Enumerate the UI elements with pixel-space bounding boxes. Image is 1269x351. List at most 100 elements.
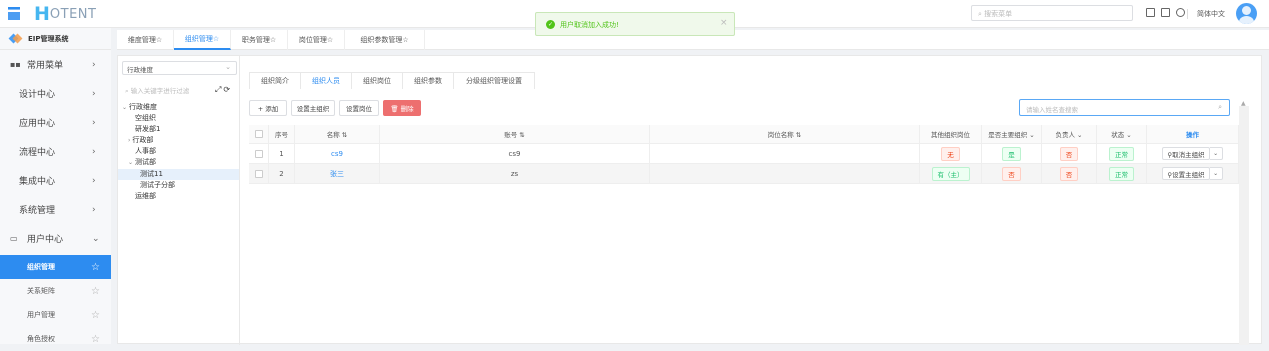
tab-duty[interactable]: 职务管理☆ (231, 30, 288, 50)
dimension-select-value: 行政维度 (127, 66, 153, 74)
cell-status: 正常 (1097, 144, 1147, 163)
sidebar-item-label: 流程中心 (19, 148, 56, 158)
col-is-main[interactable]: 是否主要组织 ⌄ (982, 125, 1042, 143)
chevron-down-icon: ⌄ (92, 233, 100, 244)
select-all-cell (249, 125, 269, 143)
sidebar-item-user-management[interactable]: 用户管理 ☆ (0, 303, 111, 327)
tree-node[interactable]: 人事部 (118, 146, 239, 157)
search-icon[interactable]: ⌕ (1218, 103, 1222, 112)
tree-node-label: 测试11 (140, 170, 163, 178)
close-icon[interactable]: × (720, 18, 728, 28)
tree-node-label: 研发部1 (135, 125, 161, 133)
cell-other-post: 无 (920, 144, 982, 163)
chevron-down-icon[interactable]: ⌄ (122, 104, 127, 111)
tab-post[interactable]: 岗位管理☆ (288, 30, 345, 50)
refresh-icon[interactable] (1176, 8, 1185, 17)
menu-search-input[interactable]: ⌕ 搜索菜单 (971, 5, 1133, 21)
language-switch[interactable]: 简体中文 (1197, 9, 1225, 19)
tree-node[interactable]: ⌄ 行政维度 (118, 102, 239, 113)
set-post-button[interactable]: 设置岗位 (339, 100, 379, 116)
col-post-name[interactable]: 岗位名称 ⇅ (650, 125, 920, 143)
cell-leader: 否 (1042, 164, 1097, 183)
tab-org-params[interactable]: 组织参数管理☆ (345, 30, 425, 50)
sidebar-item-apps[interactable]: 应用中心 › (0, 108, 111, 137)
tab-organization[interactable]: 组织管理☆ (174, 30, 231, 50)
col-name[interactable]: 名称 ⇅ (295, 125, 380, 143)
star-icon[interactable]: ☆ (91, 310, 100, 321)
tree-node[interactable]: 研发部1 (118, 124, 239, 135)
tree-node[interactable]: 测试子分部 (118, 180, 239, 191)
tree-tools[interactable]: ⤢⟳ (215, 85, 232, 95)
user-avatar[interactable] (1236, 3, 1257, 24)
select-all-checkbox[interactable] (254, 130, 263, 138)
add-button[interactable]: + 添加 (249, 100, 287, 116)
sidebar-item-role-auth[interactable]: 角色授权 ☆ (0, 327, 111, 351)
org-detail-tabs: 组织简介 组织人员 组织岗位 组织参数 分级组织管理设置 (249, 72, 535, 89)
sidebar-item-label: 组织管理 (27, 263, 55, 271)
col-leader[interactable]: 负责人 ⌄ (1042, 125, 1097, 143)
fullscreen-icon[interactable] (1161, 8, 1170, 17)
row-select-cell (249, 164, 269, 183)
set-main-org-row-button[interactable]: ⚲设置主组织 (1162, 167, 1210, 180)
sidebar-item-org-management[interactable]: 组织管理 ☆ (0, 255, 111, 279)
chevron-down-icon: ⌄ (225, 63, 231, 71)
tab-org-posts[interactable]: 组织岗位 (351, 72, 403, 89)
monitor-icon[interactable] (1146, 8, 1155, 17)
tree-node-selected[interactable]: 测试11 (118, 169, 239, 180)
delete-button[interactable]: 🗑 删除 (383, 100, 421, 116)
name-search-input[interactable]: 请输入姓名查搜索 ⌕ (1019, 99, 1230, 116)
cancel-main-org-button[interactable]: ⚲取消主组织 (1162, 147, 1210, 160)
tab-graded-org-settings[interactable]: 分级组织管理设置 (453, 72, 535, 89)
col-account[interactable]: 账号 ⇅ (380, 125, 650, 143)
tree-node[interactable]: 运维部 (118, 191, 239, 202)
sidebar-item-design[interactable]: 设计中心 › (0, 79, 111, 108)
sidebar-item-system[interactable]: 系统管理 › (0, 195, 111, 224)
cell-name-link[interactable]: cs9 (295, 144, 380, 163)
chevron-down-icon[interactable]: ⌄ (1209, 147, 1223, 160)
row-checkbox[interactable] (254, 169, 263, 178)
cell-name-link[interactable]: 张三 (295, 164, 380, 183)
chevron-down-icon[interactable]: ⌄ (1209, 167, 1223, 180)
dimension-select[interactable]: 行政维度 ⌄ (122, 61, 237, 75)
sidebar-item-user-center[interactable]: ▭ 用户中心 ⌄ (0, 224, 111, 253)
grid-icon: ▪▪ (10, 60, 21, 69)
star-icon[interactable]: ☆ (91, 262, 100, 273)
chevron-down-icon[interactable]: ⌄ (128, 159, 133, 166)
sidebar-item-relation-matrix[interactable]: 关系矩阵 ☆ (0, 279, 111, 303)
star-icon[interactable]: ☆ (91, 286, 100, 297)
chevron-right-icon[interactable]: › (128, 137, 130, 144)
member-toolbar: + 添加 设置主组织 设置岗位 🗑 删除 (249, 100, 421, 116)
tab-org-members[interactable]: 组织人员 (300, 72, 352, 89)
success-toast: ✓ 用户取消加入成功! × (535, 12, 735, 36)
tree-filter-input[interactable]: ⌕ 输入关键字进行过滤 (122, 85, 216, 97)
tab-org-intro[interactable]: 组织简介 (249, 72, 301, 89)
table-header: 序号 名称 ⇅ 账号 ⇅ 岗位名称 ⇅ 其他组织岗位 是否主要组织 ⌄ 负责人 … (249, 125, 1239, 144)
system-title-text: EIP管理系统 (28, 34, 69, 43)
tab-org-params[interactable]: 组织参数 (402, 72, 454, 89)
eip-logo-icon (10, 35, 21, 42)
tree-node[interactable]: ⌄ 测试部 (118, 157, 239, 168)
cell-account: cs9 (380, 144, 650, 163)
cell-actions: ⚲设置主组织 ⌄ (1147, 164, 1239, 183)
tree-node-label: 运维部 (135, 192, 156, 200)
star-icon[interactable]: ☆ (91, 334, 100, 345)
chevron-right-icon: › (92, 204, 96, 215)
sidebar-item-flow[interactable]: 流程中心 › (0, 137, 111, 166)
cell-leader: 否 (1042, 144, 1097, 163)
system-title[interactable]: EIP管理系统 (0, 28, 111, 50)
sidebar-item-label: 关系矩阵 (27, 287, 55, 295)
sidebar-item-label: 设计中心 (19, 90, 56, 100)
app-logo[interactable]: H OTENT (34, 3, 96, 25)
tab-dimension[interactable]: 维度管理☆ (117, 30, 174, 50)
set-main-org-button[interactable]: 设置主组织 (291, 100, 335, 116)
col-status[interactable]: 状态 ⌄ (1097, 125, 1147, 143)
sidebar-item-integration[interactable]: 集成中心 › (0, 166, 111, 195)
sidebar-item-favorites[interactable]: ▪▪ 常用菜单 › (0, 50, 111, 79)
cell-account: zs (380, 164, 650, 183)
table-row: 1 cs9 cs9 无 是 否 正常 ⚲取消主组织 ⌄ (249, 144, 1239, 164)
scrollbar[interactable] (1239, 106, 1249, 345)
row-checkbox[interactable] (254, 149, 263, 158)
menu-toggle-icon[interactable] (8, 7, 20, 20)
tree-node[interactable]: 空组织 (118, 113, 239, 124)
tree-node[interactable]: › 行政部 (118, 135, 239, 146)
